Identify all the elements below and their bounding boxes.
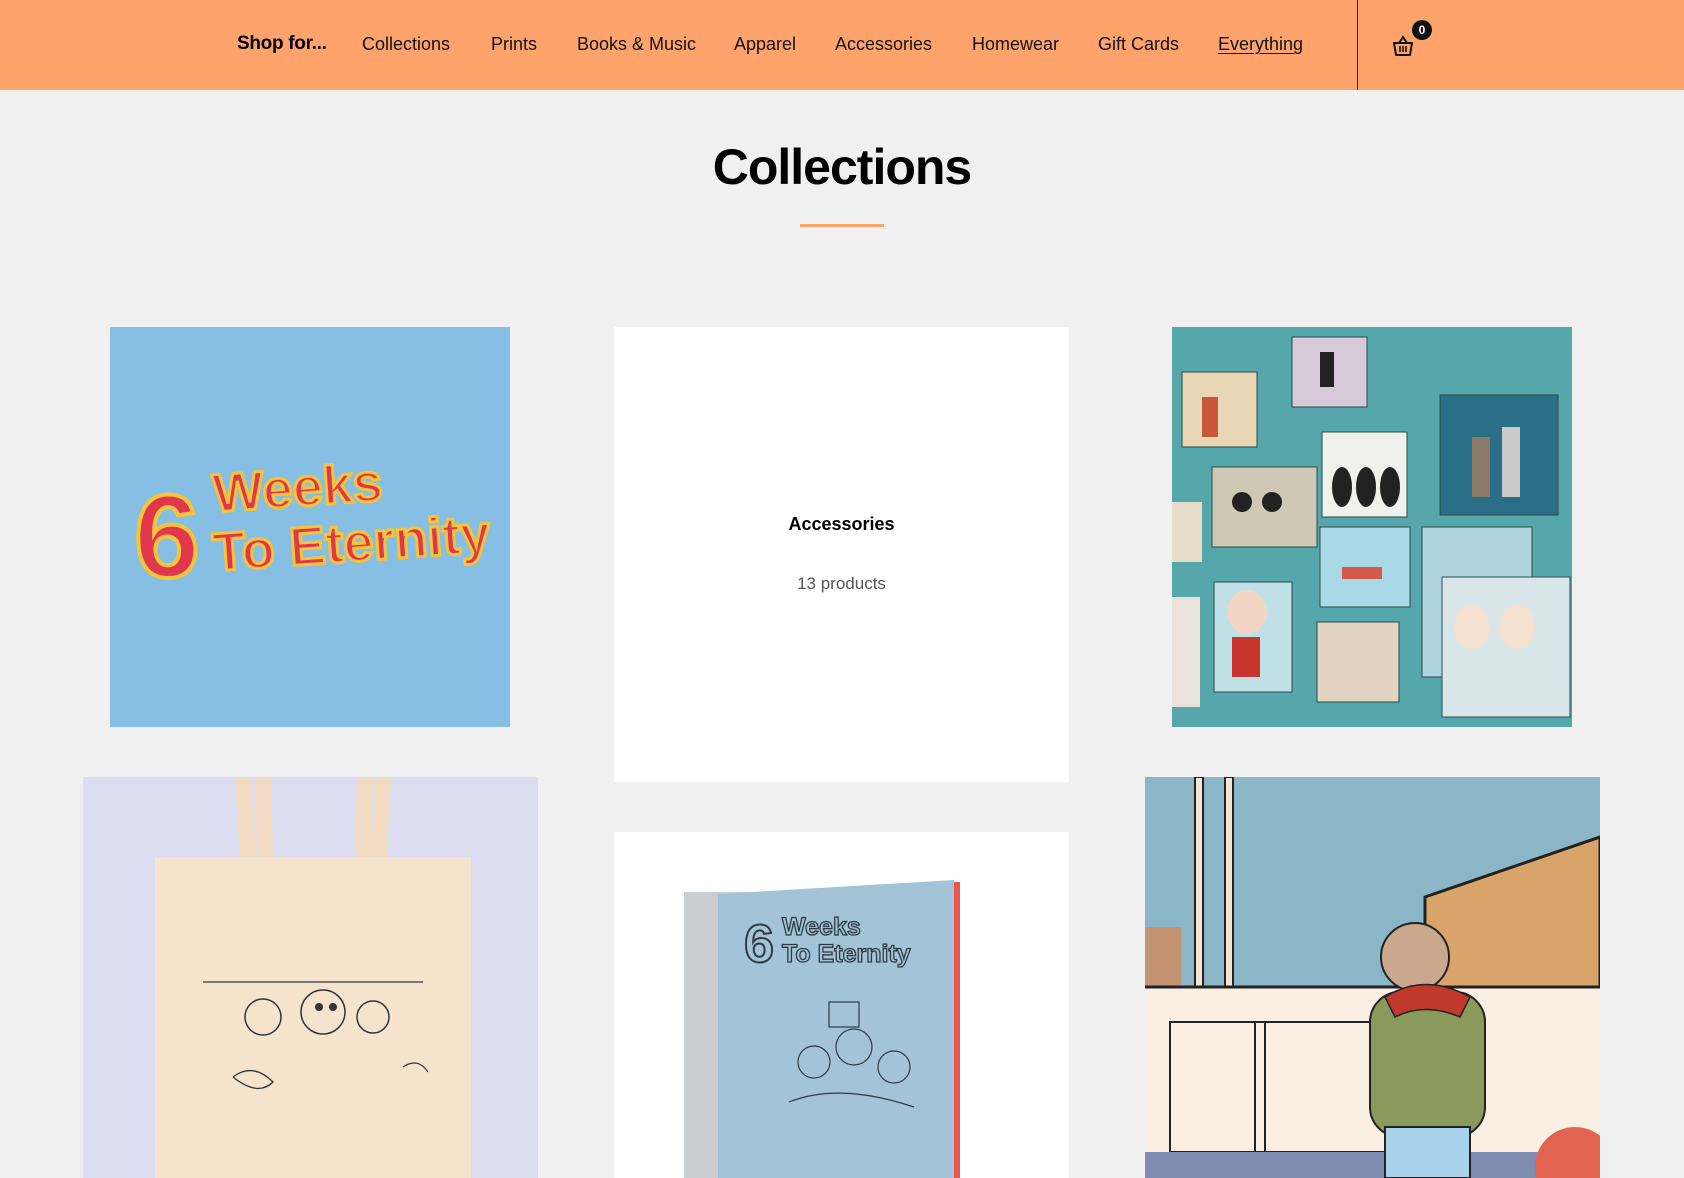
- book-logo-number: 6: [744, 914, 774, 974]
- book-logo-line1: Weeks: [782, 913, 861, 941]
- main-nav: Shop for... Collections Prints Books & M…: [0, 0, 1684, 90]
- logo-number: 6: [134, 471, 200, 603]
- nav-label: Shop for...: [237, 33, 327, 54]
- nav-item-gift-cards[interactable]: Gift Cards: [1098, 34, 1179, 55]
- site-header: Shop for... Collections Prints Books & M…: [0, 0, 1684, 90]
- collection-tile-prints-wall[interactable]: [1172, 327, 1572, 727]
- collection-title[interactable]: Accessories: [614, 514, 1069, 535]
- nav-item-apparel[interactable]: Apparel: [734, 34, 796, 55]
- title-underline: [800, 224, 884, 227]
- nav-item-collections[interactable]: Collections: [362, 34, 450, 55]
- basket-icon[interactable]: [1391, 34, 1415, 58]
- nav-item-prints[interactable]: Prints: [491, 34, 537, 55]
- collection-tile-book[interactable]: 6 Weeks To Eternity: [614, 832, 1069, 1178]
- nav-item-homewear[interactable]: Homewear: [972, 34, 1059, 55]
- nav-item-accessories[interactable]: Accessories: [835, 34, 932, 55]
- book-logo-line2: To Eternity: [782, 940, 911, 968]
- nav-item-everything[interactable]: Everything: [1218, 34, 1303, 55]
- cart-count-badge: 0: [1412, 20, 1432, 40]
- collection-tile-6-weeks[interactable]: 6 Weeks To Eternity: [110, 327, 510, 727]
- nav-divider: [1357, 0, 1358, 90]
- nav-item-books-music[interactable]: Books & Music: [577, 34, 696, 55]
- collection-card-accessories[interactable]: [614, 327, 1069, 782]
- collection-tile-tote-bag[interactable]: [83, 777, 538, 1178]
- collection-count: 13 products: [797, 574, 886, 593]
- page-title: Collections: [712, 139, 972, 195]
- collection-tile-train-window[interactable]: [1145, 777, 1600, 1178]
